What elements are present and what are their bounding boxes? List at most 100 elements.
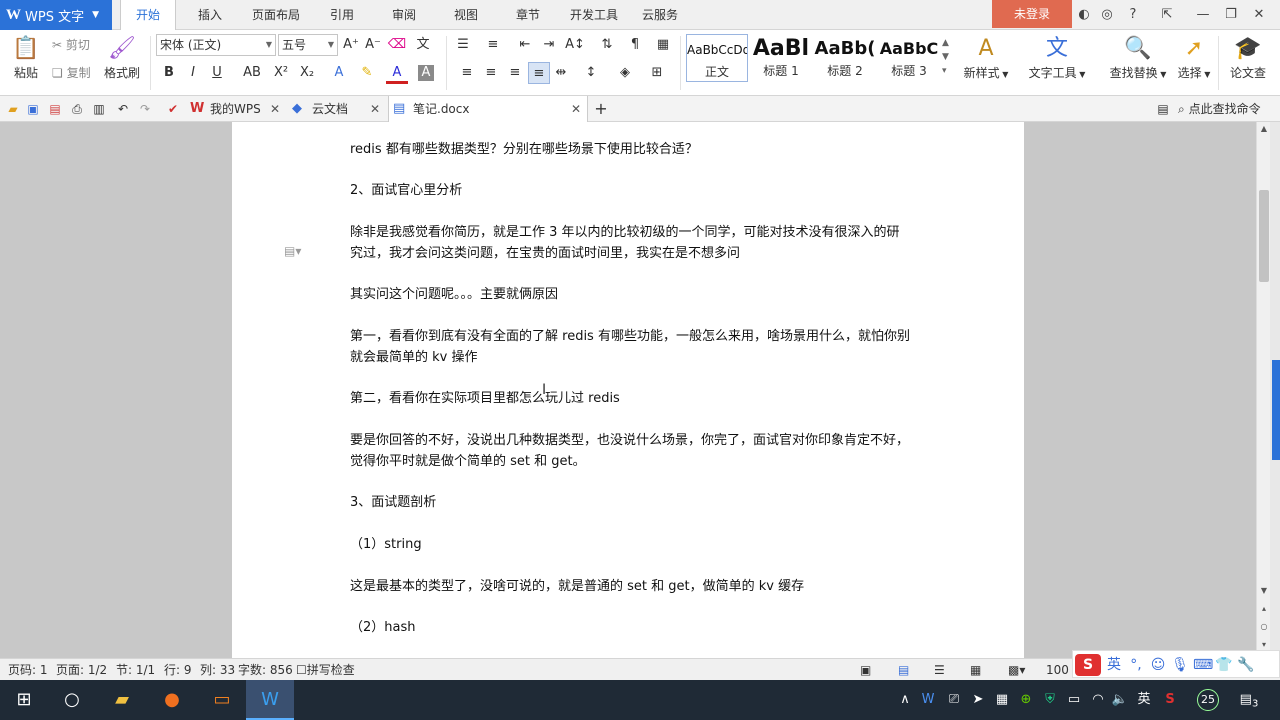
document-area[interactable]: redis 都有哪些数据类型？分别在哪些场景下使用比较合适？ 2、面试官心里分析… (0, 122, 1256, 658)
tab-home[interactable]: 开始 (120, 0, 176, 31)
outline-view-icon[interactable]: ☰ (934, 659, 945, 681)
table-icon[interactable]: ▦ (652, 34, 674, 56)
sogou-tray-icon[interactable]: S (1160, 680, 1180, 720)
styles-scroll[interactable]: ▲ ▼ ▾ (942, 36, 949, 78)
subscript-icon[interactable]: X₂ (296, 62, 318, 84)
select-button[interactable]: ➚ 选择 ▼ (1174, 34, 1214, 81)
select-browse-icon[interactable]: ○ (1257, 622, 1271, 634)
increase-indent-icon[interactable]: ⇥ (538, 34, 560, 56)
help-icon[interactable]: ? (1122, 0, 1144, 30)
wps-tray-icon[interactable]: W (918, 680, 938, 720)
tray-expand-icon[interactable]: ∧ (896, 680, 914, 720)
tab-view[interactable]: 视图 (442, 0, 490, 30)
prev-page-icon[interactable]: ▴ (1257, 604, 1271, 616)
style-heading-1[interactable]: AaBl 标题 1 (750, 34, 812, 82)
phonetic-icon[interactable]: 文 (412, 34, 434, 56)
app-menu-button[interactable]: W WPS 文字 ▼ (0, 0, 112, 30)
bold-icon[interactable]: B (158, 62, 180, 84)
new-tab-icon[interactable]: + (592, 100, 610, 118)
doc-subheading[interactable]: （1）string (350, 534, 910, 555)
doc-subheading[interactable]: （2）hash (350, 617, 910, 638)
doc-paragraph[interactable]: 其实问这个问题呢。。。主要就俩原因 (350, 284, 910, 305)
font-family-select[interactable]: 宋体 (正文) ▼ (156, 34, 276, 56)
strikethrough-icon[interactable]: AB (238, 62, 266, 84)
customize-qa-icon[interactable]: ✔ (164, 100, 182, 118)
text-effect-icon[interactable]: A (328, 62, 350, 84)
doc-paragraph[interactable]: redis 都有哪些数据类型？分别在哪些场景下使用比较合适？ (350, 139, 910, 160)
tab-chapter[interactable]: 章节 (504, 0, 552, 30)
action-center-icon[interactable]: ▤3 (1234, 680, 1264, 720)
doc-paragraph[interactable]: 除非是我感觉看你简历，就是工作 3 年以内的比较初级的一个同学，可能对技术没有很… (350, 222, 910, 264)
thesis-check-button[interactable]: 🎓 论文查 (1226, 34, 1270, 81)
page-view-icon[interactable]: ▤ (898, 659, 909, 681)
status-word-count[interactable]: 字数: 856 (238, 659, 293, 681)
italic-icon[interactable]: I (182, 62, 204, 84)
print-icon[interactable]: ⎙ (68, 100, 86, 118)
export-pdf-icon[interactable]: ▤ (46, 100, 64, 118)
maximize-icon[interactable]: ❐ (1220, 0, 1242, 30)
open-folder-icon[interactable]: ▰ (4, 100, 22, 118)
superscript-icon[interactable]: X² (270, 62, 292, 84)
login-button[interactable]: 未登录 (992, 0, 1072, 28)
undo-icon[interactable]: ↶ (114, 100, 132, 118)
tab-references[interactable]: 引用 (318, 0, 366, 30)
font-color-icon[interactable]: A (386, 62, 408, 84)
scroll-up-icon[interactable]: ▲ (1257, 124, 1271, 136)
tab-review[interactable]: 审阅 (380, 0, 428, 30)
tools-icon[interactable]: 🔧 (1237, 654, 1255, 676)
document-page[interactable]: redis 都有哪些数据类型？分别在哪些场景下使用比较合适？ 2、面试官心里分析… (232, 122, 1024, 658)
numbered-list-icon[interactable]: ≡ (482, 34, 504, 56)
side-panel-toggle[interactable] (1272, 360, 1280, 460)
feedback-icon[interactable]: ◎ (1096, 0, 1118, 30)
close-icon[interactable]: ✕ (370, 96, 380, 122)
doc-paragraph[interactable]: 第二，看看你在实际项目里都怎么玩儿过 redis (350, 388, 910, 409)
skin-icon[interactable]: ◐ (1076, 0, 1092, 30)
change-case-icon[interactable]: A↕ (564, 34, 586, 56)
windows-start-icon[interactable]: ⊞ (0, 680, 48, 720)
tray-badge[interactable]: 25 (1196, 680, 1220, 720)
paragraph-handle-icon[interactable]: ▤▾ (284, 244, 301, 258)
vertical-scrollbar[interactable]: ▲ ▼ ▴ ○ ▾ (1256, 122, 1270, 658)
web-view-icon[interactable]: ▦ (970, 659, 981, 681)
emoji-icon[interactable]: ☺ (1149, 654, 1167, 676)
close-icon[interactable]: ✕ (571, 96, 581, 122)
tab-cloud-service[interactable]: 云服务 (634, 0, 686, 30)
firefox-icon[interactable]: ● (148, 680, 196, 720)
align-center-icon[interactable]: ≡ (480, 62, 502, 84)
keyboard-icon[interactable]: ⌨ (1193, 654, 1213, 676)
save-icon[interactable]: ▣ (24, 100, 42, 118)
underline-icon[interactable]: U (206, 62, 228, 84)
bullet-list-icon[interactable]: ☰ (452, 34, 474, 56)
scroll-down-icon[interactable]: ▼ (1257, 586, 1271, 598)
tab-cloud-docs[interactable]: ◆ 云文档 ✕ (288, 96, 386, 122)
cortana-icon[interactable]: ○ (48, 680, 96, 720)
distribute-icon[interactable]: ⇹ (550, 62, 572, 84)
grow-font-icon[interactable]: A⁺ (340, 34, 362, 56)
scrollbar-thumb[interactable] (1259, 190, 1269, 282)
skin-shirt-icon[interactable]: 👕 (1215, 654, 1233, 676)
sogou-icon[interactable]: S (1075, 654, 1101, 676)
doc-heading[interactable]: 3、面试题剖析 (350, 492, 910, 513)
justify-icon[interactable]: ≡ (528, 62, 550, 84)
tray-plus-icon[interactable]: ⊕ (1016, 680, 1036, 720)
new-style-button[interactable]: A 新样式 ▼ (958, 34, 1014, 81)
microphone-icon[interactable]: 🎙 (1171, 654, 1189, 676)
tray-app-icon[interactable]: ⎚ (944, 680, 964, 720)
battery-icon[interactable]: ▭ (1064, 680, 1084, 720)
redo-icon[interactable]: ↷ (136, 100, 154, 118)
char-shading-icon[interactable]: A (418, 65, 434, 81)
spell-check-toggle[interactable]: ☐拼写检查 (296, 659, 355, 681)
wifi-icon[interactable]: ◠ (1088, 680, 1108, 720)
file-explorer-icon[interactable]: ▰ (98, 680, 146, 720)
tab-developer[interactable]: 开发工具 (564, 0, 624, 30)
align-left-icon[interactable]: ≡ (456, 62, 478, 84)
fullscreen-view-icon[interactable]: ▣ (860, 659, 871, 681)
reading-view-icon[interactable]: ▩▾ (1008, 659, 1025, 681)
font-size-select[interactable]: 五号 ▼ (278, 34, 338, 56)
command-search[interactable]: ⌕ 点此查找命令 (1178, 96, 1261, 122)
tray-window-icon[interactable]: ▦ (992, 680, 1012, 720)
security-shield-icon[interactable]: ⛨ (1040, 680, 1060, 720)
doc-paragraph[interactable]: 这是最基本的类型了，没啥可说的，就是普通的 set 和 get，做简单的 kv … (350, 576, 910, 597)
restore-ribbon-icon[interactable]: ⇱ (1156, 0, 1178, 30)
cut-button[interactable]: ✂ 剪切 (52, 36, 90, 53)
